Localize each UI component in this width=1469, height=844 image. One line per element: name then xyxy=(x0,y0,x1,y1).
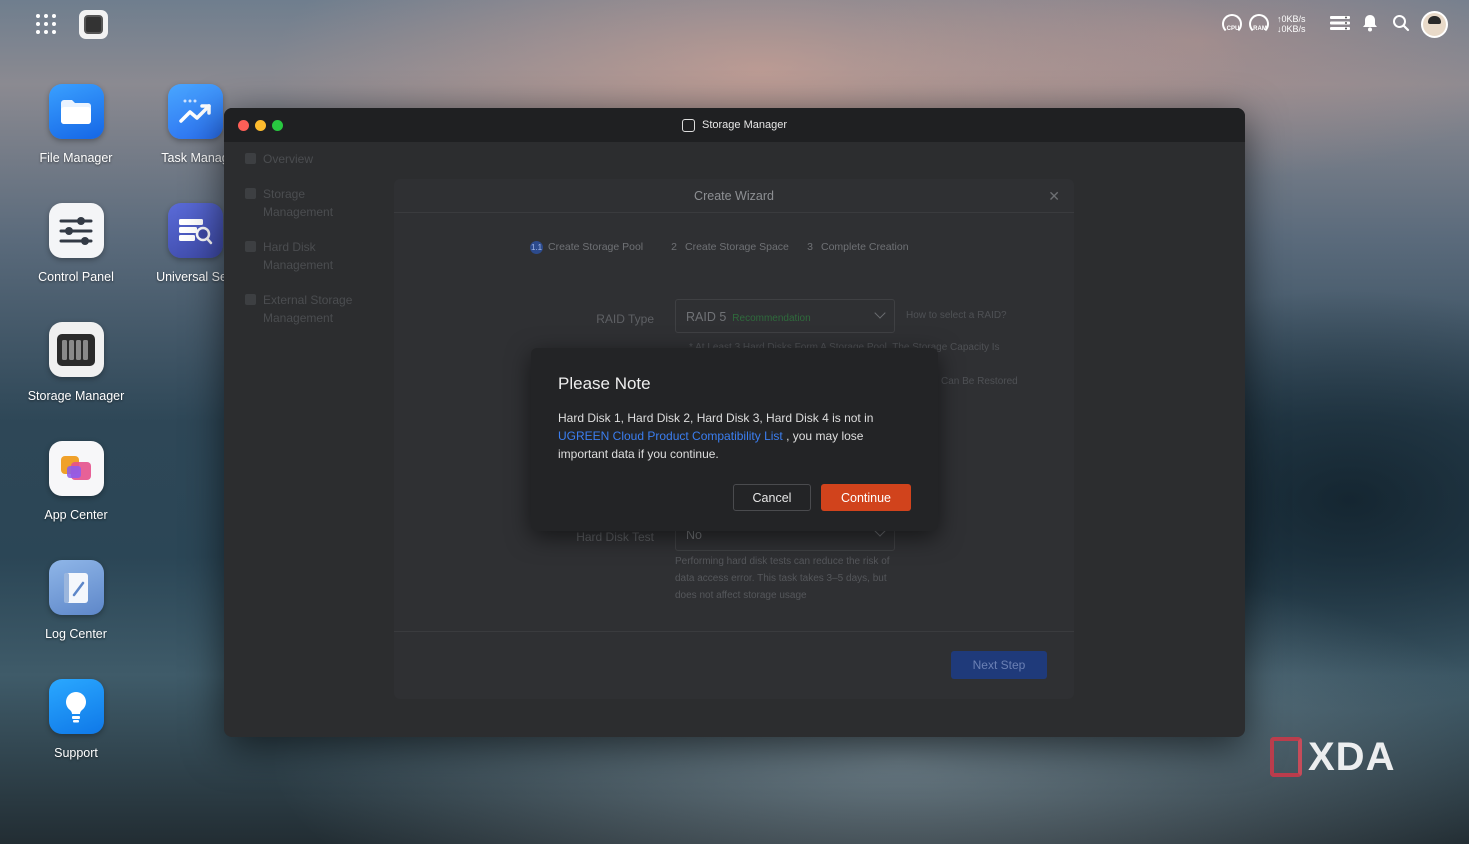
drive-bay-icon xyxy=(48,322,104,377)
storage-manager-icon xyxy=(682,118,695,132)
continue-button[interactable]: Continue xyxy=(821,484,911,511)
xda-watermark: XDA xyxy=(1270,735,1395,779)
folder-icon xyxy=(48,84,104,139)
download-speed: ↓0KB/s xyxy=(1277,24,1306,34)
window-title: Storage Manager xyxy=(224,108,1245,142)
raid-type-select[interactable]: RAID 5 Recommendation xyxy=(675,299,895,333)
step-create-storage-space: 2 Create Storage Space xyxy=(671,241,789,253)
close-icon[interactable]: ✕ xyxy=(1048,188,1060,205)
raid-type-label: RAID Type xyxy=(596,312,654,326)
cpu-gauge-icon[interactable]: CPU xyxy=(1222,14,1244,36)
storage-manager-taskbar-icon[interactable] xyxy=(79,10,108,39)
ram-gauge-icon[interactable]: RAM xyxy=(1249,14,1271,36)
desktop-icon-app-center[interactable]: App Center xyxy=(21,441,131,522)
overview-icon xyxy=(245,153,256,164)
step-complete-creation: 3 Complete Creation xyxy=(807,241,909,253)
sidebar-item-external-storage-management[interactable]: External Storage Management xyxy=(245,291,385,327)
dialog-title: Please Note xyxy=(558,374,651,393)
wizard-header: Create Wizard ✕ xyxy=(394,179,1074,213)
network-speed: ↑0KB/s ↓0KB/s xyxy=(1277,14,1306,34)
app-grid-icon[interactable] xyxy=(36,14,56,34)
desktop-icon-log-center[interactable]: Log Center xyxy=(21,560,131,641)
notebook-icon xyxy=(48,560,104,615)
notification-bell-icon[interactable] xyxy=(1359,12,1381,34)
sliders-icon xyxy=(48,203,104,258)
search-icon[interactable] xyxy=(1390,12,1412,34)
trend-chart-icon xyxy=(167,84,223,139)
lightbulb-icon xyxy=(48,679,104,734)
top-bar: CPU RAM ↑0KB/s ↓0KB/s xyxy=(0,0,1469,48)
desktop-icon-support[interactable]: Support xyxy=(21,679,131,760)
usb-icon xyxy=(245,294,256,305)
sidebar-item-overview[interactable]: Overview xyxy=(245,150,385,168)
app-squares-icon xyxy=(48,441,104,496)
hard-disk-test-help: Performing hard disk tests can reduce th… xyxy=(675,556,890,601)
database-search-icon xyxy=(167,203,223,258)
desktop-icon-control-panel[interactable]: Control Panel xyxy=(21,203,131,284)
next-step-button[interactable]: Next Step xyxy=(951,651,1047,679)
raid-help-link[interactable]: How to select a RAID? xyxy=(906,310,1007,321)
xda-logo-icon xyxy=(1270,737,1302,777)
desktop-icon-storage-manager[interactable]: Storage Manager xyxy=(21,322,131,403)
please-note-dialog: Please Note Hard Disk 1, Hard Disk 2, Ha… xyxy=(531,348,938,531)
storage-icon xyxy=(245,188,256,199)
raid-note-line-2: Can Be Restored xyxy=(941,376,1018,387)
compatibility-list-link[interactable]: UGREEN Cloud Product Compatibility List xyxy=(558,429,783,443)
recommendation-badge: Recommendation xyxy=(732,313,811,324)
cancel-button[interactable]: Cancel xyxy=(733,484,811,511)
sidebar-item-hard-disk-management[interactable]: Hard Disk Management xyxy=(245,238,355,274)
upload-speed: ↑0KB/s xyxy=(1277,14,1306,24)
sidebar-item-storage-management[interactable]: Storage Management xyxy=(245,185,375,221)
task-list-icon[interactable] xyxy=(1329,12,1351,34)
hard-disk-icon xyxy=(245,241,256,252)
step-create-storage-pool: 1.1 Create Storage Pool xyxy=(530,241,644,254)
desktop-icon-file-manager[interactable]: File Manager xyxy=(21,84,131,165)
user-avatar[interactable] xyxy=(1421,11,1448,38)
hard-disk-test-label: Hard Disk Test xyxy=(576,530,654,544)
chevron-down-icon xyxy=(874,307,886,319)
dialog-message: Hard Disk 1, Hard Disk 2, Hard Disk 3, H… xyxy=(558,411,874,461)
wizard-footer-divider xyxy=(394,631,1074,632)
